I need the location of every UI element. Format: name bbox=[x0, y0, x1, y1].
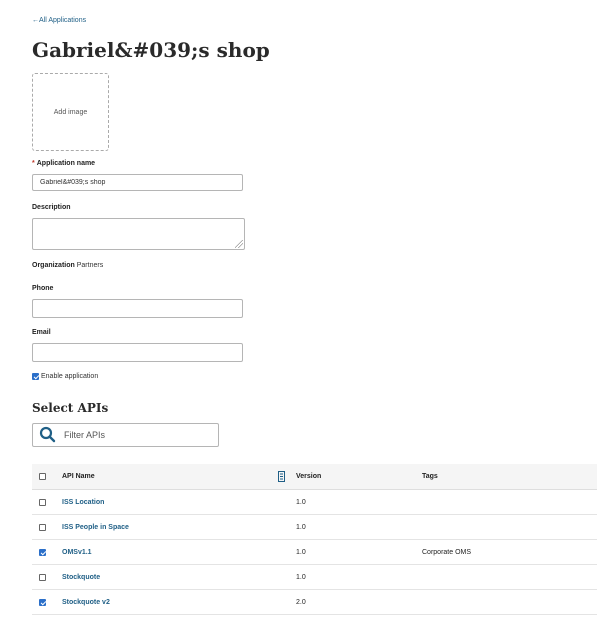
table-row: ISS Location 1.0 bbox=[32, 490, 597, 515]
application-name-label: * Application name bbox=[32, 160, 96, 167]
application-name-input[interactable] bbox=[32, 174, 243, 191]
enable-application-checkbox[interactable] bbox=[32, 373, 39, 380]
search-icon bbox=[39, 426, 56, 443]
table-row: Stockquote 1.0 bbox=[32, 565, 597, 590]
apis-table: API Name Version Tags ISS Location 1.0 I… bbox=[32, 464, 597, 615]
row-checkbox[interactable] bbox=[39, 498, 46, 506]
phone-label: Phone bbox=[32, 285, 54, 292]
table-row: ISS People in Space 1.0 bbox=[32, 515, 597, 540]
table-row: OMSv1.1 1.0 Corporate OMS bbox=[32, 540, 597, 565]
api-name-link[interactable]: ISS Location bbox=[62, 499, 104, 506]
select-all-checkbox[interactable] bbox=[39, 473, 46, 480]
api-version: 1.0 bbox=[296, 498, 306, 506]
page-title: Gabriel&#039;s shop bbox=[32, 38, 270, 62]
enable-application-row[interactable]: Enable application bbox=[32, 373, 98, 380]
filter-apis-input[interactable] bbox=[62, 429, 206, 441]
api-version: 1.0 bbox=[296, 548, 306, 556]
description-label: Description bbox=[32, 204, 71, 211]
filter-apis-box[interactable] bbox=[32, 423, 219, 447]
email-label: Email bbox=[32, 329, 51, 336]
table-row: Stockquote v2 2.0 bbox=[32, 590, 597, 615]
email-input[interactable] bbox=[32, 343, 243, 362]
api-tags: Corporate OMS bbox=[422, 548, 472, 556]
api-name-link[interactable]: Stockquote bbox=[62, 574, 100, 581]
row-checkbox[interactable] bbox=[39, 573, 46, 581]
api-version: 1.0 bbox=[296, 573, 306, 581]
organization-value: Partners bbox=[76, 262, 104, 269]
api-version: 2.0 bbox=[296, 598, 306, 606]
required-marker: * bbox=[32, 160, 35, 167]
add-image-dropzone[interactable]: Add image bbox=[32, 73, 109, 151]
application-edit-page: ←All Applications Gabriel&#039;s shop Ad… bbox=[0, 0, 615, 620]
phone-input[interactable] bbox=[32, 299, 243, 318]
api-version: 1.0 bbox=[296, 523, 306, 531]
column-header-version[interactable]: Version bbox=[296, 464, 321, 489]
enable-application-label: Enable application bbox=[41, 373, 99, 380]
column-header-tags[interactable]: Tags bbox=[422, 464, 438, 489]
description-textarea[interactable] bbox=[32, 218, 245, 250]
sort-icon[interactable] bbox=[278, 471, 285, 482]
api-name-link[interactable]: Stockquote v2 bbox=[62, 599, 110, 606]
add-image-label: Add image bbox=[53, 108, 88, 116]
select-apis-heading: Select APIs bbox=[32, 401, 109, 415]
back-to-applications-link[interactable]: ←All Applications bbox=[32, 17, 86, 24]
organization-label: Organization bbox=[32, 262, 75, 269]
table-header: API Name Version Tags bbox=[32, 464, 597, 490]
api-name-link[interactable]: ISS People in Space bbox=[62, 524, 129, 531]
resize-grip-icon[interactable] bbox=[235, 240, 243, 248]
row-checkbox[interactable] bbox=[39, 548, 46, 556]
column-header-api-name[interactable]: API Name bbox=[62, 464, 95, 489]
organization-row: Organization Partners bbox=[32, 262, 103, 269]
row-checkbox[interactable] bbox=[39, 598, 46, 606]
row-checkbox[interactable] bbox=[39, 523, 46, 531]
api-name-link[interactable]: OMSv1.1 bbox=[62, 549, 92, 556]
